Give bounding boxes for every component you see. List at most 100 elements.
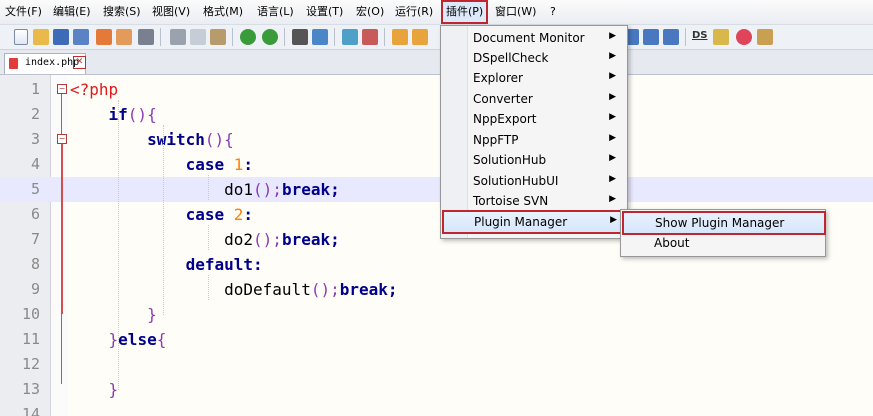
copy-icon[interactable] — [190, 29, 206, 45]
open-file-icon[interactable] — [33, 29, 49, 45]
menu-macro[interactable]: 宏(O) — [356, 0, 384, 24]
menu-item-plugin-manager[interactable]: Plugin Manager ▶ — [442, 210, 628, 234]
close-icon[interactable] — [96, 29, 112, 45]
sync-scroll-icon[interactable] — [392, 29, 408, 45]
paste-icon[interactable] — [210, 29, 226, 45]
punctuation: } — [147, 305, 157, 324]
close-all-icon[interactable] — [116, 29, 132, 45]
print-icon[interactable] — [138, 29, 154, 45]
menu-plugins[interactable]: 插件(P) — [441, 0, 489, 24]
code-line: 11 }else{ — [0, 327, 873, 352]
line-number: 14 — [21, 405, 40, 416]
find-icon[interactable] — [292, 29, 308, 45]
toolbar-separator — [284, 28, 285, 46]
menu-item-label: NppFTP — [473, 133, 519, 147]
menu-run[interactable]: 运行(R) — [395, 0, 433, 24]
menu-item-document-monitor[interactable]: Document Monitor ▶ — [443, 28, 625, 48]
punctuation: (); — [310, 280, 340, 299]
menu-item-explorer[interactable]: Explorer ▶ — [443, 68, 625, 88]
menu-search[interactable]: 搜索(S) — [103, 0, 141, 24]
submenu-arrow-icon: ▶ — [609, 194, 616, 204]
plugins-menu-dropdown: Document Monitor ▶ DSpellCheck ▶ Explore… — [440, 25, 628, 239]
menu-item-show-plugin-manager[interactable]: Show Plugin Manager — [622, 211, 826, 235]
menu-language[interactable]: 语言(L) — [257, 0, 294, 24]
menu-settings[interactable]: 设置(T) — [306, 0, 343, 24]
menu-item-label: DSpellCheck — [473, 51, 549, 65]
menu-item-about[interactable]: About — [623, 233, 823, 253]
line-number: 7 — [30, 230, 40, 248]
menu-item-label: Explorer — [473, 71, 523, 85]
function-call: do1 — [224, 180, 254, 199]
menu-item-dspellcheck[interactable]: DSpellCheck ▶ — [443, 48, 625, 68]
menu-item-converter[interactable]: Converter ▶ — [443, 89, 625, 109]
cut-icon[interactable] — [170, 29, 186, 45]
submenu-arrow-icon: ▶ — [609, 92, 616, 102]
replace-icon[interactable] — [312, 29, 328, 45]
line-number: 2 — [30, 105, 40, 123]
submenu-arrow-icon: ▶ — [609, 133, 616, 143]
zoom-in-icon[interactable] — [342, 29, 358, 45]
indent-guide — [208, 175, 209, 200]
zoom-out-icon[interactable] — [362, 29, 378, 45]
keyword: else — [118, 330, 157, 349]
redo-icon[interactable] — [262, 29, 278, 45]
indent-guide — [163, 125, 164, 315]
tab-label: index.php — [25, 57, 80, 68]
macro-save-icon[interactable] — [663, 29, 679, 45]
punctuation: ; — [330, 230, 340, 249]
menu-item-nppexport[interactable]: NppExport ▶ — [443, 109, 625, 129]
plugin-icon[interactable] — [757, 29, 773, 45]
keyword: break — [339, 280, 388, 299]
menu-format[interactable]: 格式(M) — [203, 0, 243, 24]
code-line: 9 doDefault();break; — [0, 277, 873, 302]
fold-toggle-icon[interactable]: − — [57, 134, 67, 144]
tab-index-php[interactable]: index.php ✕ — [4, 53, 86, 74]
toolbar-separator — [685, 28, 686, 46]
save-all-icon[interactable] — [73, 29, 89, 45]
favorite-icon[interactable] — [736, 29, 752, 45]
number-literal: 2 — [233, 205, 244, 224]
punctuation: { — [156, 330, 167, 349]
punctuation: (); — [253, 230, 282, 249]
menu-item-tortoise-svn[interactable]: Tortoise SVN ▶ — [443, 191, 625, 211]
toolbar-separator — [160, 28, 161, 46]
menu-item-label: Show Plugin Manager — [655, 216, 785, 230]
number-literal: 1 — [233, 155, 244, 174]
menu-help[interactable]: ? — [550, 0, 556, 24]
spell-options-icon[interactable] — [713, 29, 729, 45]
fold-toggle-icon[interactable]: − — [57, 84, 67, 94]
macro-play-icon[interactable] — [643, 29, 659, 45]
menu-window[interactable]: 窗口(W) — [495, 0, 536, 24]
new-file-icon[interactable] — [14, 29, 28, 45]
tab-close-icon[interactable]: ✕ — [73, 56, 86, 69]
dspellcheck-icon[interactable]: DS — [692, 30, 708, 41]
punctuation: : — [243, 205, 254, 224]
line-number: 6 — [30, 205, 40, 223]
line-number: 4 — [30, 155, 40, 173]
keyword: break — [281, 230, 331, 249]
punctuation: (){ — [127, 105, 157, 124]
submenu-arrow-icon: ▶ — [609, 51, 616, 61]
menu-item-solutionhubui[interactable]: SolutionHubUI ▶ — [443, 171, 625, 191]
line-number: 11 — [21, 330, 40, 348]
menu-file[interactable]: 文件(F) — [5, 0, 42, 24]
menu-item-nppftp[interactable]: NppFTP ▶ — [443, 130, 625, 150]
undo-icon[interactable] — [240, 29, 256, 45]
function-call: do2 — [224, 230, 254, 249]
keyword: break — [281, 180, 331, 199]
save-icon[interactable] — [53, 29, 69, 45]
code-line-current: 5 do1();break; — [0, 177, 873, 202]
menu-view[interactable]: 视图(V) — [152, 0, 190, 24]
punctuation: ; — [387, 280, 398, 299]
code-line: 4 case 1: — [0, 152, 873, 177]
menu-edit[interactable]: 编辑(E) — [53, 0, 91, 24]
menu-item-solutionhub[interactable]: SolutionHub ▶ — [443, 150, 625, 170]
submenu-arrow-icon: ▶ — [609, 174, 616, 184]
menu-item-label: SolutionHubUI — [473, 174, 559, 188]
toolbar-separator — [334, 28, 335, 46]
menu-bar: 文件(F) 编辑(E) 搜索(S) 视图(V) 格式(M) 语言(L) 设置(T… — [0, 0, 873, 25]
punctuation: (){ — [204, 130, 234, 149]
word-wrap-icon[interactable] — [412, 29, 428, 45]
code-line: 12 — [0, 352, 873, 377]
submenu-arrow-icon: ▶ — [609, 112, 616, 122]
